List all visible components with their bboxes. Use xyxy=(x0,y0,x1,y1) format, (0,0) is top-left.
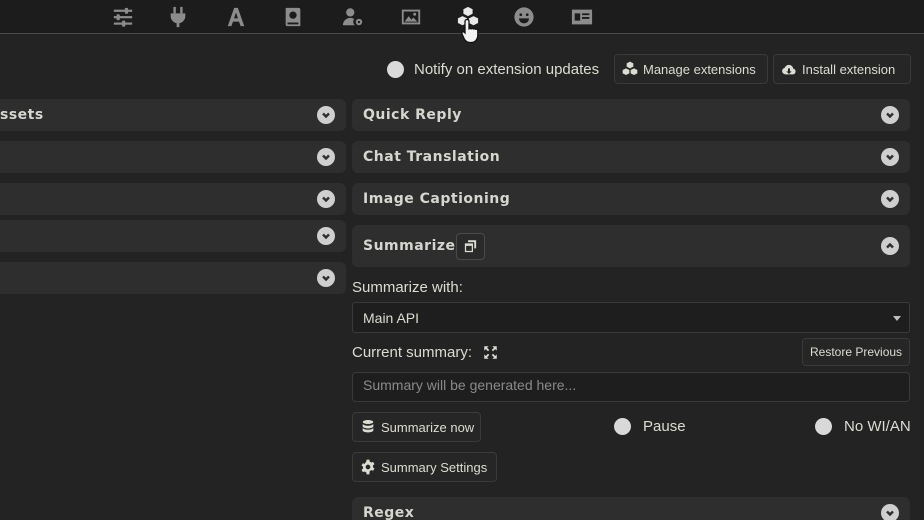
restore-previous-button[interactable]: Restore Previous xyxy=(802,338,910,366)
chevron-down-icon xyxy=(317,148,335,166)
window-restore-icon xyxy=(464,240,477,253)
chevron-down-icon xyxy=(317,190,335,208)
drawer-title: ssets xyxy=(0,107,44,123)
notify-updates-toggle[interactable]: Notify on extension updates xyxy=(387,58,599,80)
chevron-down-icon xyxy=(881,504,899,520)
chevron-down-icon xyxy=(881,148,899,166)
drawer-regex[interactable]: Regex xyxy=(352,497,910,520)
drawer-quick-reply[interactable]: Quick Reply xyxy=(352,99,910,131)
chevron-down-icon xyxy=(317,227,335,245)
left-drawer-2[interactable] xyxy=(0,141,346,173)
summary-settings-button[interactable]: Summary Settings xyxy=(352,452,497,482)
book-icon[interactable] xyxy=(280,4,306,30)
drawer-title: Chat Translation xyxy=(363,149,501,165)
id-card-icon[interactable] xyxy=(569,4,595,30)
caret-down-icon xyxy=(893,316,901,321)
cloud-download-icon xyxy=(782,64,796,75)
left-drawer-4[interactable] xyxy=(0,220,346,252)
cubes-icon xyxy=(622,61,638,75)
mouse-pointer-icon xyxy=(461,18,479,44)
notify-updates-checkbox[interactable] xyxy=(387,60,404,78)
left-drawer-assets[interactable]: ssets xyxy=(0,99,346,131)
left-drawer-5[interactable] xyxy=(0,262,346,294)
drawer-chat-translation[interactable]: Chat Translation xyxy=(352,141,910,173)
drawer-title: Regex xyxy=(363,505,415,520)
pause-toggle[interactable]: Pause xyxy=(614,418,686,435)
summarize-with-label: Summarize with: xyxy=(352,279,463,296)
notify-updates-label: Notify on extension updates xyxy=(414,60,600,78)
drawer-title: Summarize xyxy=(363,238,456,254)
summarize-now-button[interactable]: Summarize now xyxy=(352,412,481,442)
chevron-up-icon xyxy=(881,237,899,255)
pause-checkbox[interactable] xyxy=(614,418,631,435)
smile-icon[interactable] xyxy=(511,4,537,30)
drawer-title: Image Captioning xyxy=(363,191,511,207)
chevron-down-icon xyxy=(881,190,899,208)
summary-textarea[interactable]: Summary will be generated here... xyxy=(352,372,910,402)
summarize-with-select[interactable]: Main API xyxy=(352,302,910,333)
drawer-summarize[interactable]: Summarize xyxy=(352,225,910,267)
chevron-down-icon xyxy=(881,106,899,124)
manage-extensions-button[interactable]: Manage extensions xyxy=(614,54,768,84)
chevron-down-icon xyxy=(317,106,335,124)
user-gear-icon[interactable] xyxy=(340,4,366,30)
image-icon[interactable] xyxy=(398,4,424,30)
no-wian-toggle[interactable]: No WI/AN xyxy=(815,418,911,435)
drawer-image-captioning[interactable]: Image Captioning xyxy=(352,183,910,215)
no-wian-checkbox[interactable] xyxy=(815,418,832,435)
chevron-down-icon xyxy=(317,269,335,287)
current-summary-label: Current summary: xyxy=(352,344,473,361)
popout-button[interactable] xyxy=(456,233,485,260)
left-drawer-3[interactable] xyxy=(0,183,346,215)
sliders-icon[interactable] xyxy=(110,4,136,30)
expand-icon[interactable] xyxy=(483,345,498,360)
install-extension-button[interactable]: Install extension xyxy=(773,54,911,84)
plug-icon[interactable] xyxy=(165,4,191,30)
font-icon[interactable] xyxy=(223,4,249,30)
drawer-title: Quick Reply xyxy=(363,107,462,123)
gear-icon xyxy=(361,459,375,475)
extensions-panel: Notify on extension updates Manage exten… xyxy=(0,0,924,520)
database-icon xyxy=(362,420,374,433)
